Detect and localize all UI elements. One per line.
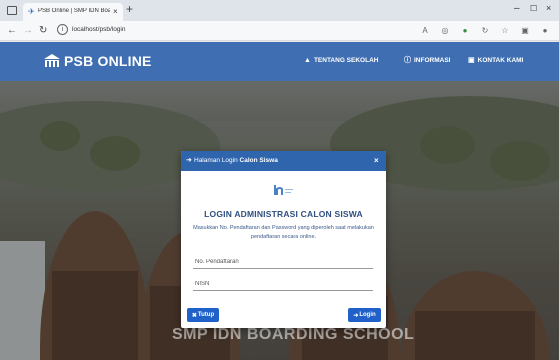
modal-header: ➜ Halaman Login Calon Siswa ×	[181, 151, 386, 171]
idn-logo-icon	[274, 182, 294, 195]
contact-icon: ▣	[468, 57, 475, 64]
login-button-label: Login	[359, 312, 376, 318]
browser-tab-bar: ✈ PSB Online | SMP IDN Boarding × + – ☐ …	[0, 0, 559, 21]
school-building-icon	[44, 54, 60, 68]
favorites-icon[interactable]: ☆	[500, 25, 510, 36]
new-tab-button[interactable]: +	[126, 3, 133, 16]
site-navbar: PSB ONLINE ▲ TENTANG SEKOLAH ⓘ INFORMASI…	[0, 42, 559, 81]
reload-icon[interactable]: ↻	[39, 24, 47, 37]
address-bar: ← → ↻ i localhost/psb/login A ◎ ● ↻ ☆ ▣ …	[0, 21, 559, 41]
brand[interactable]: PSB ONLINE	[44, 53, 152, 69]
sign-in-icon: ➜	[353, 312, 359, 319]
url-field[interactable]: localhost/psb/login	[72, 26, 125, 33]
registration-number-input[interactable]	[193, 255, 373, 269]
window-close-button[interactable]: ×	[546, 3, 551, 13]
close-button[interactable]: ✖ Tutup	[187, 308, 219, 322]
window-menu-icon[interactable]	[7, 6, 17, 15]
tab-close-icon[interactable]: ×	[113, 7, 118, 16]
login-modal: ➜ Halaman Login Calon Siswa × LOGIN ADMI…	[181, 151, 386, 328]
info-icon: ⓘ	[404, 57, 411, 64]
toolbar-icons: A ◎ ● ↻ ☆ ▣ ● ⋯	[420, 25, 559, 36]
menu-kontak-kami[interactable]: ▣ KONTAK KAMI	[468, 57, 523, 64]
hero-caption: SMP IDN BOARDING SCHOOL	[172, 326, 415, 343]
modal-heading: LOGIN ADMINISTRASI CALON SISWA	[204, 209, 363, 219]
close-icon: ✖	[191, 312, 197, 319]
modal-description: Masukkan No. Pendaftaran dan Password ya…	[193, 225, 374, 240]
brand-text: PSB ONLINE	[64, 53, 152, 69]
sign-in-icon: ➜	[186, 157, 192, 164]
collections-icon[interactable]: ▣	[520, 25, 530, 36]
close-button-label: Tutup	[197, 312, 215, 318]
menu-informasi[interactable]: ⓘ INFORMASI	[404, 57, 450, 64]
menu-tentang-sekolah[interactable]: ▲ TENTANG SEKOLAH	[304, 57, 378, 64]
page: PSB ONLINE ▲ TENTANG SEKOLAH ⓘ INFORMASI…	[0, 42, 559, 360]
read-aloud-icon[interactable]: A	[420, 25, 430, 36]
favicon-icon: ✈	[28, 7, 35, 16]
browser-tab[interactable]: ✈ PSB Online | SMP IDN Boarding ×	[23, 3, 123, 21]
profile-icon[interactable]: ●	[540, 25, 550, 36]
refresh-ext-icon[interactable]: ↻	[480, 25, 490, 36]
modal-close-button[interactable]: ×	[374, 156, 379, 165]
leaf-icon[interactable]: ●	[460, 25, 470, 36]
nisn-input[interactable]	[193, 277, 373, 291]
window-maximize-button[interactable]: ☐	[530, 4, 537, 13]
window-minimize-button[interactable]: –	[514, 3, 520, 14]
menu-label: INFORMASI	[414, 57, 451, 64]
site-info-icon[interactable]: i	[57, 24, 68, 35]
login-button[interactable]: ➜ Login	[348, 308, 381, 322]
tab-title: PSB Online | SMP IDN Boarding	[38, 8, 110, 14]
menu-label: KONTAK KAMI	[477, 57, 524, 64]
school-icon: ▲	[304, 57, 311, 64]
modal-title: Halaman Login Calon Siswa	[194, 157, 278, 164]
back-icon[interactable]: ←	[7, 24, 17, 37]
menu-label: TENTANG SEKOLAH	[313, 57, 379, 64]
extension-icon[interactable]: ◎	[440, 25, 450, 36]
forward-icon[interactable]: →	[23, 24, 33, 37]
